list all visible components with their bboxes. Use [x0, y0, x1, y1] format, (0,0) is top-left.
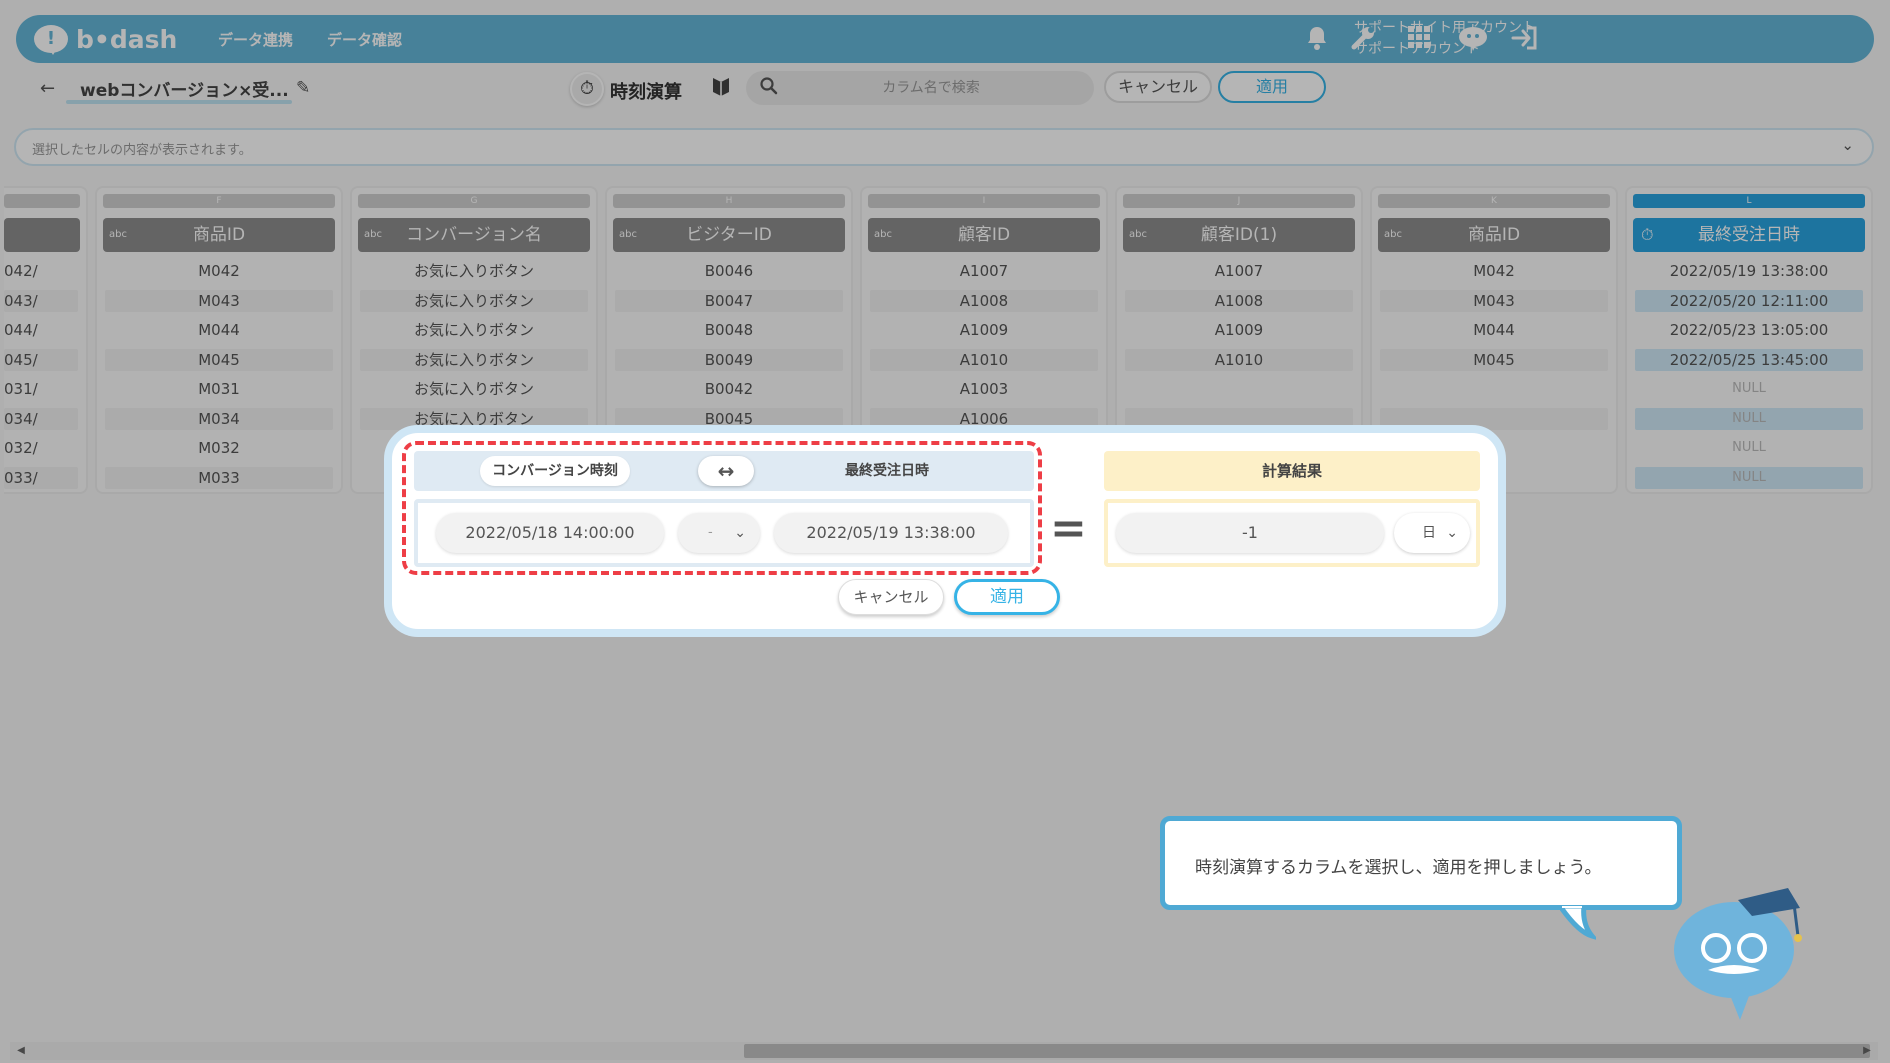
- operator-select[interactable]: - ⌄: [678, 513, 760, 553]
- operator-value: -: [708, 525, 713, 540]
- chevron-down-icon: ⌄: [734, 525, 746, 541]
- right-operand-label: 最終受注日時: [845, 463, 929, 479]
- result-box: -1 日 ⌄: [1104, 499, 1480, 567]
- dialog-cancel-button[interactable]: キャンセル: [838, 579, 944, 615]
- unit-select[interactable]: 日 ⌄: [1394, 513, 1470, 553]
- left-operand-value[interactable]: 2022/05/18 14:00:00: [436, 513, 664, 553]
- operand-values: 2022/05/18 14:00:00 - ⌄ 2022/05/19 13:38…: [414, 499, 1034, 567]
- time-calc-dialog: コンバージョン時刻 ↔ 最終受注日時 2022/05/18 14:00:00 -…: [384, 425, 1506, 637]
- right-operand-value[interactable]: 2022/05/19 13:38:00: [774, 513, 1008, 553]
- tutorial-text: 時刻演算するカラムを選択し、適用を押しましょう。: [1195, 858, 1602, 878]
- tutorial-speech-bubble: 時刻演算するカラムを選択し、適用を押しましょう。: [1160, 816, 1682, 910]
- result-label: 計算結果: [1104, 451, 1480, 491]
- left-operand-label: コンバージョン時刻: [480, 456, 630, 486]
- chevron-down-icon: ⌄: [1446, 525, 1458, 541]
- equals-sign: =: [1050, 503, 1087, 554]
- speech-bubble-tail: [1560, 906, 1596, 940]
- mascot-owl-icon: [1674, 888, 1802, 1020]
- dialog-apply-button[interactable]: 適用: [954, 579, 1060, 615]
- operand-label-row: コンバージョン時刻 ↔ 最終受注日時: [414, 451, 1034, 491]
- unit-value: 日: [1422, 525, 1436, 541]
- result-value: -1: [1116, 513, 1384, 553]
- swap-icon[interactable]: ↔: [698, 456, 754, 486]
